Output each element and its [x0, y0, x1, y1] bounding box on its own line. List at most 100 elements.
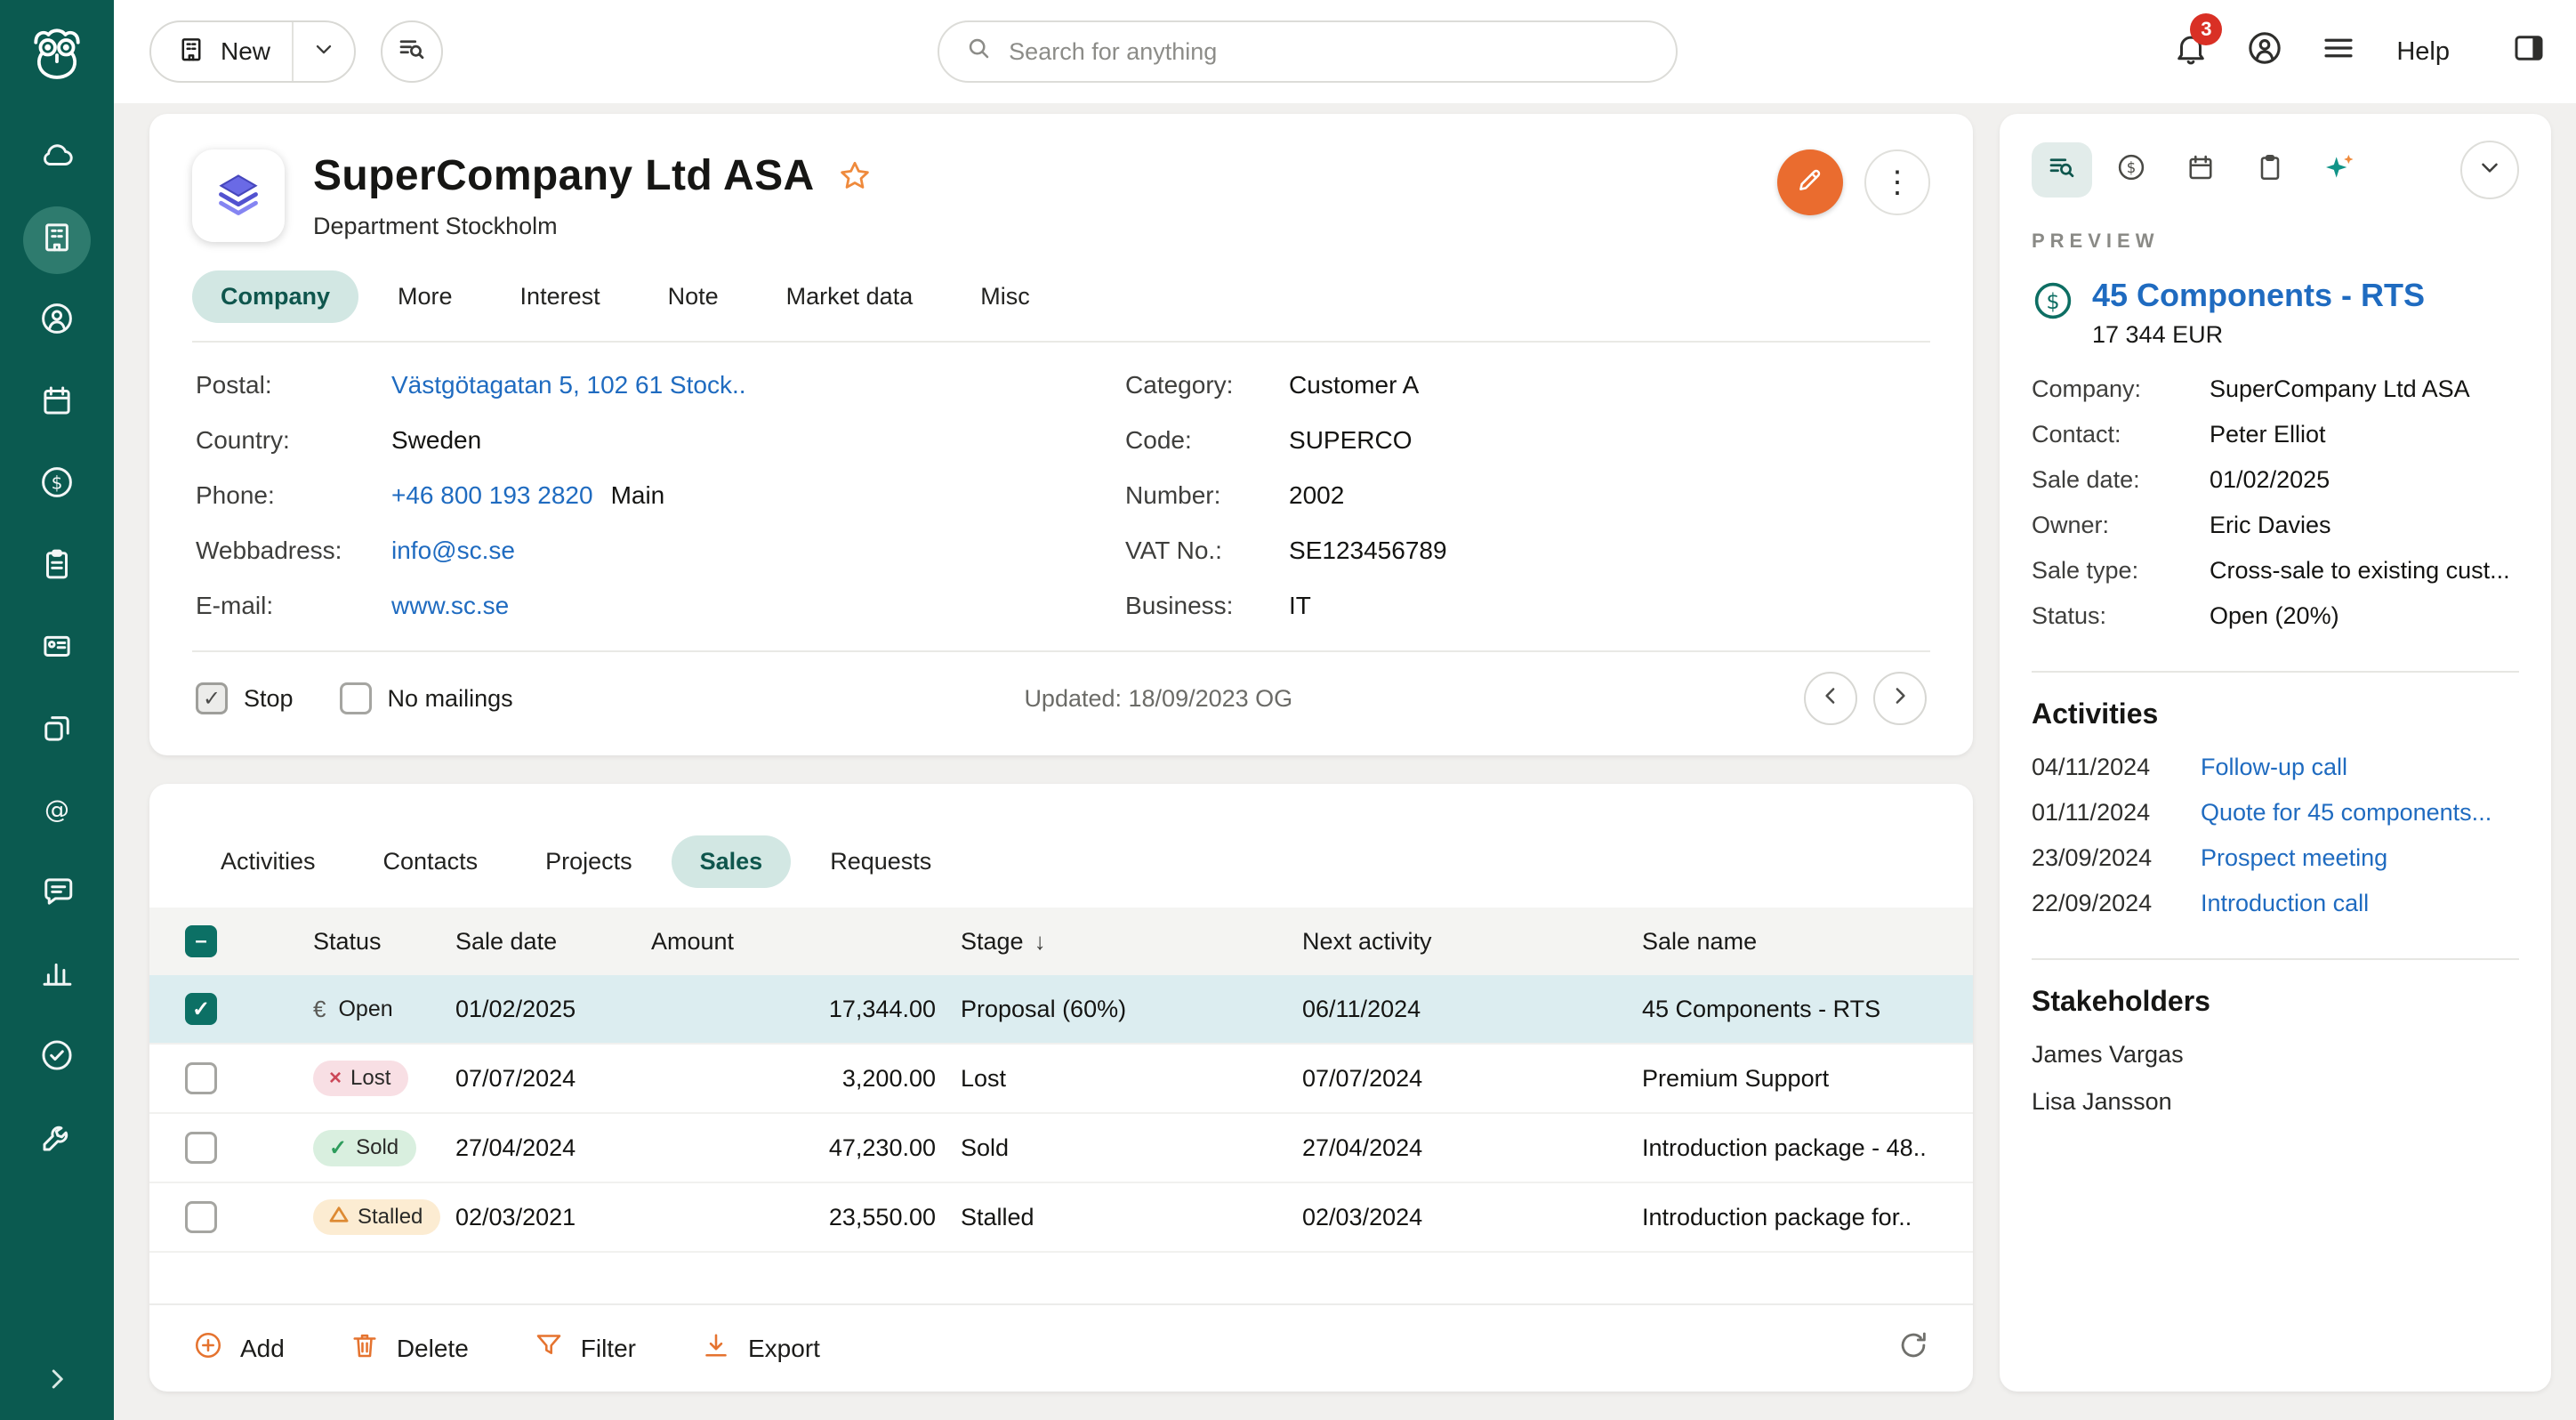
- previous-record-button[interactable]: [1804, 672, 1857, 725]
- find-button[interactable]: [381, 20, 443, 83]
- search-box[interactable]: [938, 20, 1678, 83]
- add-button[interactable]: Add: [192, 1329, 285, 1368]
- no-mailings-label: No mailings: [388, 685, 513, 713]
- euro-icon: €: [313, 996, 326, 1023]
- hamburger-icon: [2320, 29, 2357, 74]
- phone-link[interactable]: +46 800 193 2820: [391, 481, 593, 510]
- tab-activities[interactable]: Activities: [192, 835, 344, 888]
- sale-date-cell: 01/02/2025: [455, 996, 651, 1023]
- panel-tab-preview[interactable]: [2032, 142, 2092, 198]
- next-record-button[interactable]: [1873, 672, 1927, 725]
- row-checkbox[interactable]: ✓: [185, 993, 217, 1025]
- chevron-right-icon: [1887, 682, 1913, 715]
- field-label: Webbadress:: [196, 537, 391, 565]
- activity-link[interactable]: Introduction call: [2201, 890, 2369, 917]
- sidebar-item-mailings[interactable]: @: [23, 779, 91, 847]
- panel-toggle-button[interactable]: [2510, 29, 2548, 74]
- panel-tab-sales[interactable]: $: [2101, 142, 2161, 198]
- column-header-stage[interactable]: Stage↓: [936, 928, 1292, 956]
- sales-card: Activities Contacts Projects Sales Reque…: [149, 784, 1973, 1392]
- activity-link[interactable]: Prospect meeting: [2201, 844, 2387, 872]
- menu-button[interactable]: [2320, 29, 2357, 74]
- sidebar-item-settings[interactable]: [23, 1107, 91, 1174]
- tab-market-data[interactable]: Market data: [758, 270, 942, 323]
- new-button-group: New: [149, 20, 356, 83]
- sale-type-value: Cross-sale to existing cust...: [2210, 557, 2519, 585]
- tab-sales[interactable]: Sales: [672, 835, 792, 888]
- panel-tab-calendar[interactable]: [2170, 142, 2231, 198]
- sidebar-item-documents[interactable]: [23, 698, 91, 765]
- field-label: Business:: [1125, 592, 1289, 620]
- row-checkbox[interactable]: [185, 1132, 217, 1164]
- panel-tab-ai[interactable]: [2309, 142, 2370, 198]
- notifications-button[interactable]: 3: [2172, 29, 2210, 74]
- refresh-button[interactable]: [1896, 1328, 1930, 1368]
- activities-list: 04/11/2024Follow-up call 01/11/2024Quote…: [2032, 754, 2519, 935]
- column-header-sale-name[interactable]: Sale name: [1638, 928, 1937, 956]
- contact-link[interactable]: Peter Elliot: [2210, 421, 2519, 448]
- svg-text:$: $: [2046, 289, 2059, 314]
- tab-note[interactable]: Note: [640, 270, 747, 323]
- status-cell: €Open: [285, 996, 455, 1023]
- sidebar-item-companies[interactable]: [23, 206, 91, 274]
- tab-misc[interactable]: Misc: [952, 270, 1059, 323]
- sidebar-expand-button[interactable]: [41, 1363, 73, 1402]
- table-row[interactable]: Stalled 02/03/2021 23,550.00 Stalled 02/…: [149, 1183, 1973, 1253]
- tab-contacts[interactable]: Contacts: [355, 835, 507, 888]
- column-header-sale-date[interactable]: Sale date: [455, 928, 651, 956]
- filter-button[interactable]: Filter: [533, 1329, 636, 1368]
- activity-link[interactable]: Follow-up call: [2201, 754, 2347, 781]
- tab-projects[interactable]: Projects: [517, 835, 661, 888]
- no-mailings-checkbox[interactable]: [340, 682, 372, 714]
- favorite-star-icon[interactable]: [836, 157, 873, 195]
- sidebar-item-contacts[interactable]: [23, 288, 91, 356]
- company-link[interactable]: SuperCompany Ltd ASA: [2210, 375, 2519, 403]
- sidebar-item-chat[interactable]: [23, 861, 91, 929]
- table-row[interactable]: ×Lost 07/07/2024 3,200.00 Lost 07/07/202…: [149, 1045, 1973, 1114]
- search-input[interactable]: [1009, 38, 1651, 66]
- edit-button[interactable]: [1777, 149, 1843, 215]
- email-link[interactable]: www.sc.se: [391, 592, 509, 620]
- new-dropdown-button[interactable]: [292, 22, 354, 81]
- company-subtitle: Department Stockholm: [313, 213, 873, 240]
- table-row[interactable]: ✓Sold 27/04/2024 47,230.00 Sold 27/04/20…: [149, 1114, 1973, 1183]
- panel-collapse-button[interactable]: [2460, 141, 2519, 199]
- select-all-checkbox[interactable]: –: [185, 925, 217, 957]
- column-header-status[interactable]: Status: [285, 928, 455, 956]
- sidebar-item-marketing[interactable]: [23, 1025, 91, 1093]
- postal-link[interactable]: Västgötagatan 5, 102 61 Stock..: [391, 371, 746, 399]
- selections-card-icon: [38, 627, 76, 672]
- row-checkbox[interactable]: [185, 1062, 217, 1094]
- activity-link[interactable]: Quote for 45 components...: [2201, 799, 2491, 827]
- column-header-amount[interactable]: Amount: [651, 928, 936, 956]
- new-button-label: New: [221, 37, 270, 66]
- tab-interest[interactable]: Interest: [492, 270, 629, 323]
- more-options-button[interactable]: ⋮: [1864, 149, 1930, 215]
- sidebar-item-projects[interactable]: [23, 534, 91, 601]
- check-icon: ✓: [329, 1135, 347, 1161]
- svg-text:@: @: [44, 795, 69, 824]
- panel-tab-notes[interactable]: [2240, 142, 2300, 198]
- topbar-right: 3 Help: [2172, 28, 2548, 75]
- row-checkbox[interactable]: [185, 1201, 217, 1233]
- webaddress-link[interactable]: info@sc.se: [391, 537, 515, 565]
- sidebar-item-diary[interactable]: [23, 370, 91, 438]
- sale-title-link[interactable]: 45 Components - RTS: [2092, 276, 2425, 314]
- tab-more[interactable]: More: [369, 270, 481, 323]
- stop-checkbox[interactable]: ✓: [196, 682, 228, 714]
- sidebar-item-selections[interactable]: [23, 616, 91, 683]
- tab-company[interactable]: Company: [192, 270, 358, 323]
- new-button[interactable]: New: [151, 22, 292, 81]
- sidebar-item-reports[interactable]: [23, 943, 91, 1011]
- export-button[interactable]: Export: [700, 1329, 820, 1368]
- delete-button[interactable]: Delete: [349, 1329, 469, 1368]
- sidebar: $ @: [0, 0, 114, 1420]
- sale-name-cell: Introduction package for..: [1638, 1204, 1937, 1231]
- account-button[interactable]: [2245, 28, 2284, 75]
- sidebar-item-dashboard[interactable]: [23, 125, 91, 192]
- tab-requests[interactable]: Requests: [801, 835, 960, 888]
- table-row[interactable]: ✓ €Open 01/02/2025 17,344.00 Proposal (6…: [149, 975, 1973, 1045]
- sidebar-item-sales[interactable]: $: [23, 452, 91, 520]
- help-link[interactable]: Help: [2396, 37, 2450, 67]
- column-header-next-activity[interactable]: Next activity: [1292, 928, 1638, 956]
